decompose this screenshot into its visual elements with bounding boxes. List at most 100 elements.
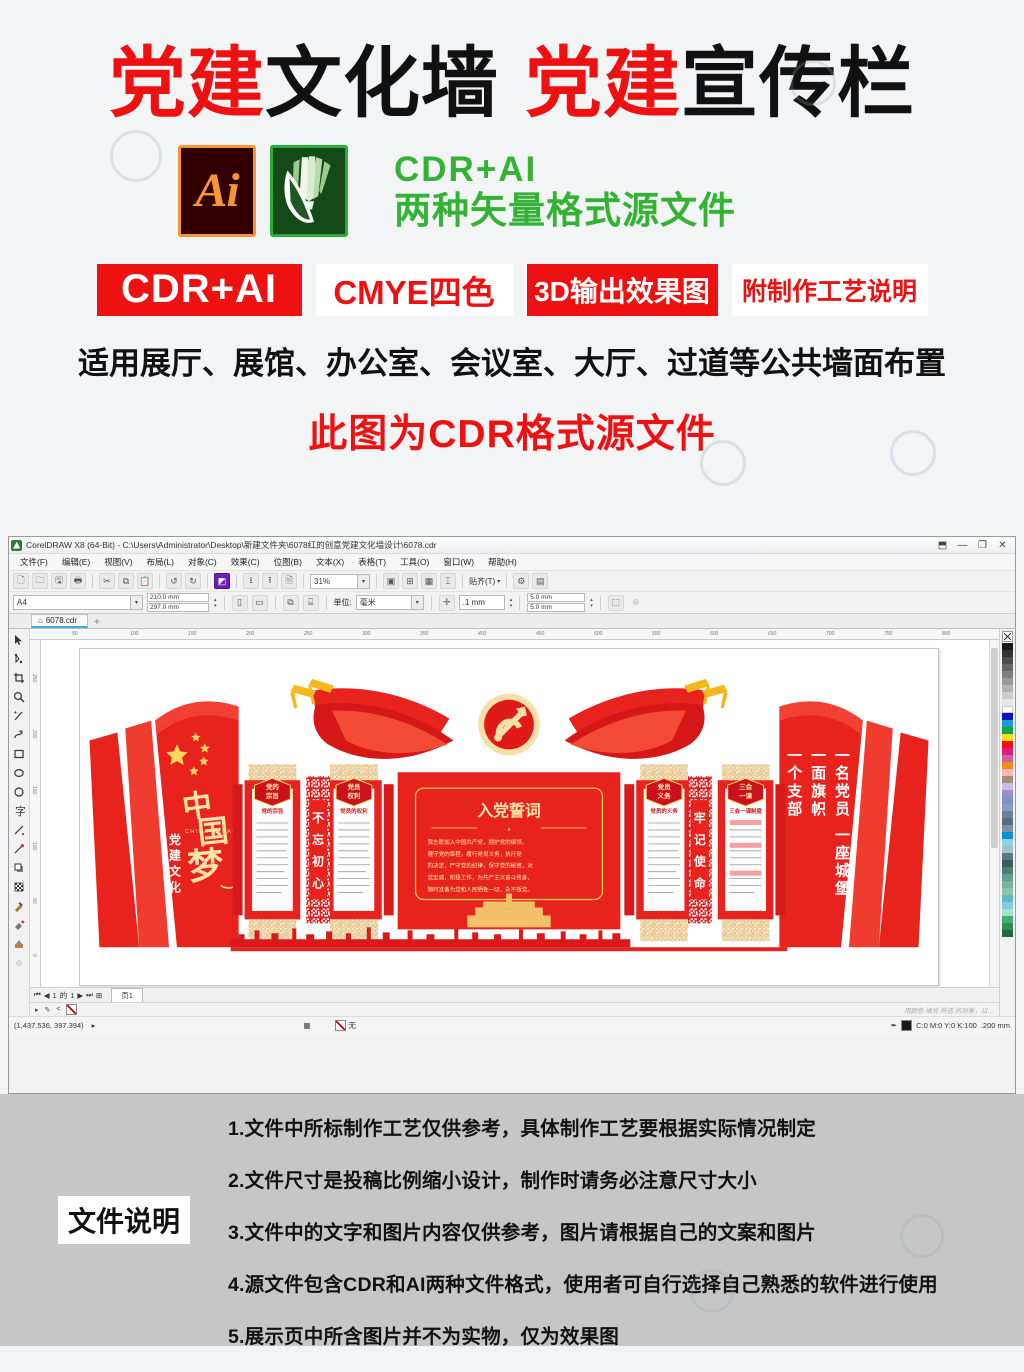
palette-swatch[interactable] (1002, 727, 1013, 734)
landscape-orientation-icon[interactable]: ▭ (251, 594, 268, 611)
menu-item-edit[interactable]: 编辑(E) (55, 556, 97, 568)
units-combo[interactable]: 毫米 ▾ (355, 595, 424, 610)
palette-swatch[interactable] (1002, 692, 1013, 699)
menu-item-effects[interactable]: 效果(C) (224, 556, 267, 568)
ellipse-tool-icon[interactable] (11, 765, 28, 781)
current-page-icon[interactable]: ⌸ (302, 594, 319, 611)
publish-pdf-icon[interactable]: 🗎 (281, 573, 297, 589)
palette-swatch[interactable] (1002, 846, 1013, 853)
chevron-down-icon[interactable]: ▾ (411, 595, 424, 610)
pick-tool-icon[interactable] (11, 632, 28, 648)
save-icon[interactable]: 🖫 (51, 573, 67, 589)
shape-tool-icon[interactable] (11, 651, 28, 667)
palette-swatch[interactable] (1002, 734, 1013, 741)
palette-swatch[interactable] (1002, 888, 1013, 895)
full-screen-preview-icon[interactable]: ▣ (383, 573, 399, 589)
color-eyedropper-tool-icon[interactable] (11, 898, 28, 914)
palette-swatch[interactable] (1002, 776, 1013, 783)
palette-swatch[interactable] (1002, 916, 1013, 923)
cut-icon[interactable]: ✂ (99, 573, 115, 589)
zoom-tool-icon[interactable] (11, 689, 28, 705)
print-icon[interactable]: 🖶 (70, 573, 86, 589)
snap-to-dropdown[interactable]: 贴齐(T) ▾ (469, 576, 500, 587)
drawing-canvas[interactable]: 中 国 梦 CHINA DREAM 党建 文化 一 名 党 员 一 面 旗 帜 … (41, 640, 989, 987)
palette-swatch[interactable] (1002, 671, 1013, 678)
menu-item-text[interactable]: 文本(X) (309, 556, 351, 568)
expand-status-icon[interactable]: ▸ (92, 1021, 96, 1030)
smart-fill-tool-icon[interactable] (11, 936, 28, 952)
palette-swatch[interactable] (1002, 881, 1013, 888)
options-gear-icon[interactable]: ⚙ (513, 573, 530, 589)
show-grid-icon[interactable]: ▦ (421, 573, 437, 589)
add-icon[interactable]: ⊕ (628, 595, 644, 611)
copy-icon[interactable]: ⧉ (118, 573, 134, 589)
palette-swatch[interactable] (1002, 818, 1013, 825)
add-tool-icon[interactable]: ⊕ (11, 955, 28, 971)
palette-swatch[interactable] (1002, 783, 1013, 790)
units-value[interactable]: 毫米 (355, 595, 412, 610)
artistic-media-tool-icon[interactable] (11, 727, 28, 743)
rectangle-tool-icon[interactable] (11, 746, 28, 762)
zoom-level-combo[interactable]: 31% ▾ (310, 573, 370, 589)
redo-icon[interactable]: ↻ (185, 573, 201, 589)
open-document-icon[interactable]: 🗀 (32, 573, 48, 589)
application-launcher-icon[interactable]: ▤ (532, 573, 549, 589)
palette-swatch[interactable] (1002, 762, 1013, 769)
duplicate-y-value[interactable]: 5.0 mm (527, 603, 586, 612)
palette-swatch[interactable] (1002, 748, 1013, 755)
page-height-value[interactable]: 297.0 mm (147, 603, 209, 612)
palette-swatch[interactable] (1002, 867, 1013, 874)
transparency-tool-icon[interactable] (11, 879, 28, 895)
palette-swatch[interactable] (1002, 643, 1013, 650)
no-color-swatch[interactable] (1002, 631, 1013, 642)
palette-swatch[interactable] (1002, 706, 1013, 713)
palette-swatch[interactable] (1002, 755, 1013, 762)
treat-as-filled-icon[interactable]: ⬚ (607, 594, 624, 611)
color-palette[interactable] (999, 629, 1015, 1016)
prev-page-button[interactable]: ◀ (44, 991, 50, 1000)
minimize-icon[interactable]: — (956, 539, 969, 552)
next-page-button[interactable]: ▶ (77, 991, 83, 1000)
page-dimensions[interactable]: 210.0 mm 297.0 mm (147, 593, 209, 612)
palette-swatch[interactable] (1002, 699, 1013, 706)
menu-item-file[interactable]: 文件(F) (13, 556, 55, 568)
scrollbar-thumb[interactable] (991, 648, 998, 848)
palette-swatch[interactable] (1002, 713, 1013, 720)
palette-swatch[interactable] (1002, 930, 1013, 937)
page-width-value[interactable]: 210.0 mm (147, 593, 209, 602)
duplicate-stepper[interactable]: ▴ ▾ (590, 597, 593, 609)
outline-swatch[interactable] (901, 1020, 913, 1031)
object-properties-icon[interactable]: ▦ (303, 1021, 310, 1030)
close-icon[interactable]: ✕ (996, 539, 1009, 552)
undo-icon[interactable]: ↺ (166, 573, 182, 589)
duplicate-offsets[interactable]: 5.0 mm 5.0 mm (527, 593, 586, 612)
menu-item-tools[interactable]: 工具(O) (393, 556, 436, 568)
portrait-orientation-icon[interactable]: ▯ (231, 594, 248, 611)
nudge-value[interactable]: .1 mm (458, 595, 505, 610)
dimension-tool-icon[interactable] (11, 822, 28, 838)
palette-swatch[interactable] (1002, 664, 1013, 671)
show-guides-icon[interactable]: ⌶ (440, 573, 456, 589)
zoom-level-value[interactable]: 31% (310, 573, 358, 589)
palette-swatch[interactable] (1002, 657, 1013, 664)
page-tab[interactable]: 页1 (111, 988, 143, 1002)
palette-swatch[interactable] (1002, 902, 1013, 909)
palette-swatch[interactable] (1002, 895, 1013, 902)
menu-item-help[interactable]: 帮助(H) (481, 556, 524, 568)
menu-item-layout[interactable]: 布局(L) (140, 556, 181, 568)
palette-swatch[interactable] (1002, 685, 1013, 692)
paste-icon[interactable]: 📋 (137, 573, 153, 589)
palette-swatch[interactable] (1002, 811, 1013, 818)
import-icon[interactable]: ⭳ (243, 573, 259, 589)
menu-item-table[interactable]: 表格(T) (351, 556, 393, 568)
palette-swatch[interactable] (1002, 741, 1013, 748)
export-icon[interactable]: ⭱ (262, 573, 278, 589)
nudge-stepper[interactable]: ▴ ▾ (510, 597, 513, 609)
crop-tool-icon[interactable] (11, 670, 28, 686)
drop-shadow-tool-icon[interactable] (11, 860, 28, 876)
add-page-button[interactable]: ⊞ (96, 991, 102, 1000)
show-rulers-icon[interactable]: ⊞ (402, 573, 418, 589)
document-page[interactable]: 中 国 梦 CHINA DREAM 党建 文化 一 名 党 员 一 面 旗 帜 … (79, 648, 939, 986)
search-content-icon[interactable]: ◩ (214, 573, 230, 589)
palette-swatch[interactable] (1002, 720, 1013, 727)
